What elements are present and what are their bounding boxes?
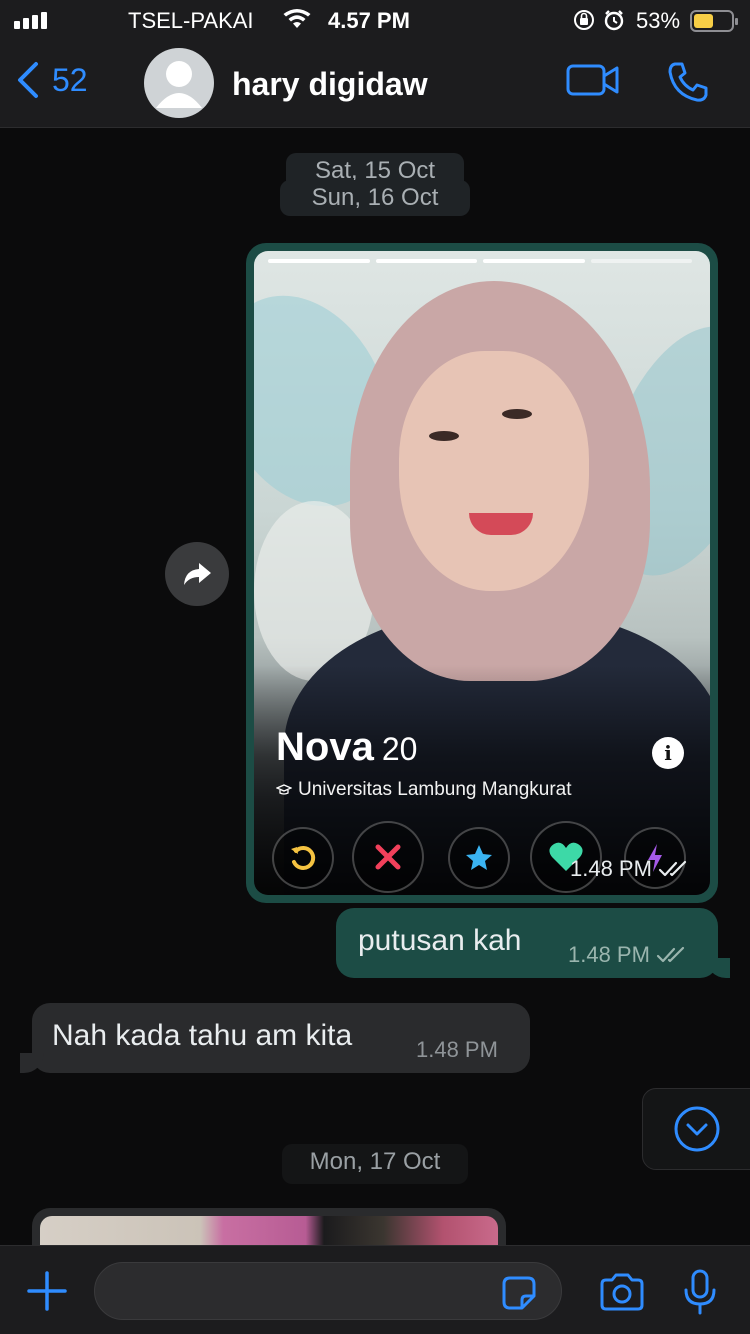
message-time: 1.48 PM xyxy=(416,1037,498,1062)
contact-name[interactable]: hary digidaw xyxy=(232,66,428,103)
date-separator: Mon, 17 Oct xyxy=(282,1144,468,1184)
image-message-meta: 1.48 PM xyxy=(570,856,688,882)
message-time: 1.48 PM xyxy=(568,942,650,967)
carrier-name: TSEL-PAKAI xyxy=(128,8,254,33)
chevron-down-circle-icon xyxy=(674,1106,720,1152)
forward-button[interactable] xyxy=(165,542,229,606)
wifi-icon xyxy=(282,8,312,36)
voice-call-button[interactable] xyxy=(666,60,710,109)
scroll-to-bottom-button[interactable] xyxy=(642,1088,750,1170)
back-button[interactable]: 52 xyxy=(14,60,88,100)
status-bar: TSEL-PAKAI 4.57 PM 53% xyxy=(0,0,750,40)
battery-percent: 53% xyxy=(636,8,681,33)
orientation-lock-icon xyxy=(574,10,624,31)
message-input[interactable] xyxy=(94,1262,562,1320)
chat-header: 52 hary digidaw xyxy=(0,40,750,128)
composer-bar xyxy=(0,1245,750,1334)
sticker-button[interactable] xyxy=(500,1274,538,1317)
sticker-icon xyxy=(502,1276,536,1310)
story-progress xyxy=(268,259,692,263)
battery-icon xyxy=(690,10,738,32)
outgoing-message[interactable]: putusan kah 1.48 PM xyxy=(336,908,730,978)
person-icon xyxy=(156,61,202,108)
profile-screenshot[interactable]: Nova 20 i Universitas Lambung Mangkurat xyxy=(254,251,710,895)
phone-icon xyxy=(668,62,708,102)
message-text: putusan kah xyxy=(358,924,522,957)
video-call-button[interactable] xyxy=(566,62,620,103)
message-time: 1.48 PM xyxy=(570,856,652,881)
chevron-left-icon xyxy=(18,62,38,98)
rewind-icon xyxy=(272,827,334,889)
camera-button[interactable] xyxy=(598,1272,646,1317)
attach-button[interactable] xyxy=(26,1270,68,1317)
profile-school: Universitas Lambung Mangkurat xyxy=(276,779,572,801)
super-like-icon xyxy=(448,827,510,889)
profile-name-row: Nova 20 xyxy=(276,725,417,770)
microphone-icon xyxy=(684,1269,716,1315)
microphone-button[interactable] xyxy=(682,1268,718,1321)
nope-icon xyxy=(352,821,424,893)
date-separator: Sun, 16 Oct xyxy=(280,180,470,216)
status-icons xyxy=(572,8,628,38)
graduation-cap-icon xyxy=(276,784,292,795)
message-text: Nah kada tahu am kita xyxy=(52,1019,353,1052)
avatar[interactable] xyxy=(144,48,214,118)
message-meta: 1.48 PM xyxy=(568,942,686,968)
video-camera-icon xyxy=(566,64,619,96)
plus-icon xyxy=(27,1271,67,1311)
camera-icon xyxy=(600,1273,644,1311)
incoming-message[interactable]: Nah kada tahu am kita 1.48 PM xyxy=(20,1003,530,1073)
forward-arrow-icon xyxy=(184,563,211,585)
signal-icon xyxy=(14,12,47,29)
profile-name: Nova xyxy=(276,725,374,769)
double-check-icon xyxy=(656,946,685,963)
double-check-icon xyxy=(658,860,687,877)
profile-age: 20 xyxy=(381,731,418,767)
unread-count: 52 xyxy=(52,61,88,98)
school-name: Universitas Lambung Mangkurat xyxy=(298,779,572,800)
info-icon: i xyxy=(652,737,684,769)
image-message[interactable]: Nova 20 i Universitas Lambung Mangkurat xyxy=(246,243,718,903)
clock-time: 4.57 PM xyxy=(328,8,410,33)
